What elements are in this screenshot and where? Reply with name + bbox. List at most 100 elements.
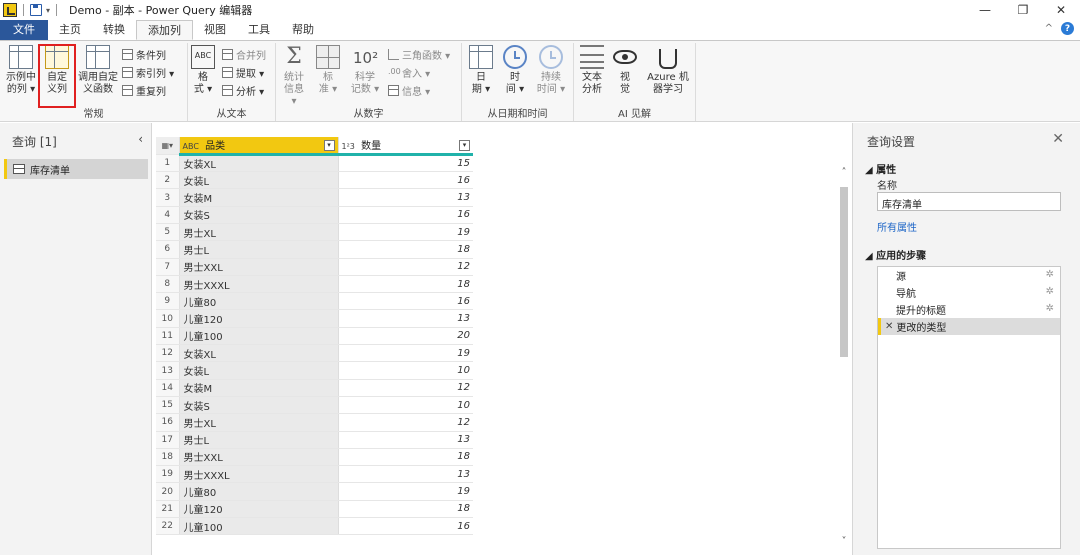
- minimize-button[interactable]: —: [966, 0, 1004, 20]
- grid-corner-menu[interactable]: ▦▾: [156, 137, 180, 155]
- tab-home[interactable]: 主页: [48, 20, 92, 40]
- vision-button[interactable]: 视 觉: [612, 45, 638, 96]
- rounding-button[interactable]: .00 舍入 ▾: [388, 65, 430, 80]
- scroll-thumb[interactable]: [840, 187, 848, 357]
- table-row[interactable]: 9 儿童80 16: [156, 292, 473, 311]
- category-cell[interactable]: 儿童100: [179, 517, 339, 536]
- azure-ml-button[interactable]: Azure 机 器学习: [644, 45, 692, 96]
- conditional-column-button[interactable]: 条件列: [122, 47, 166, 62]
- quantity-cell[interactable]: 16: [338, 206, 473, 224]
- quantity-cell[interactable]: 13: [338, 188, 473, 207]
- quantity-cell[interactable]: 12: [338, 258, 473, 276]
- table-row[interactable]: 12 女装XL 19: [156, 344, 473, 363]
- table-row[interactable]: 18 男士XXL 18: [156, 448, 473, 467]
- query-name-input[interactable]: 库存清单: [877, 192, 1061, 211]
- quick-access-dropdown-icon[interactable]: ▾: [46, 6, 50, 15]
- scroll-up-icon[interactable]: ˄: [838, 167, 850, 178]
- quantity-cell[interactable]: 20: [338, 327, 473, 346]
- table-row[interactable]: 14 女装M 12: [156, 379, 473, 397]
- help-icon[interactable]: ?: [1061, 22, 1074, 35]
- format-button[interactable]: ABC 格 式 ▾: [190, 45, 216, 96]
- table-row[interactable]: 5 男士XL 19: [156, 223, 473, 242]
- vertical-scrollbar[interactable]: ˄ ˅: [838, 167, 850, 547]
- query-item[interactable]: 库存清单: [4, 159, 148, 179]
- delete-step-icon[interactable]: ✕: [885, 321, 893, 332]
- quantity-cell[interactable]: 19: [338, 223, 473, 242]
- tab-tools[interactable]: 工具: [237, 20, 281, 40]
- quantity-cell[interactable]: 13: [338, 309, 473, 328]
- step-navigation[interactable]: 导航 ✲: [878, 284, 1060, 301]
- quantity-cell[interactable]: 12: [338, 379, 473, 397]
- quantity-cell[interactable]: 18: [338, 448, 473, 467]
- category-cell[interactable]: 男士XL: [179, 223, 339, 242]
- table-row[interactable]: 4 女装S 16: [156, 206, 473, 224]
- text-type-icon[interactable]: ABC: [183, 142, 199, 151]
- table-row[interactable]: 1 女装XL 15: [156, 154, 473, 173]
- step-changed-type[interactable]: ✕ 更改的类型: [878, 318, 1060, 335]
- gear-icon[interactable]: ✲: [1046, 269, 1054, 280]
- quantity-cell[interactable]: 19: [338, 482, 473, 501]
- category-cell[interactable]: 女装L: [179, 361, 339, 380]
- quantity-cell[interactable]: 18: [338, 275, 473, 294]
- close-icon[interactable]: ✕: [1052, 131, 1064, 147]
- category-cell[interactable]: 女装L: [179, 171, 339, 190]
- quantity-cell[interactable]: 18: [338, 500, 473, 519]
- category-cell[interactable]: 男士XXXL: [179, 465, 339, 484]
- merge-columns-button[interactable]: 合并列: [222, 47, 266, 62]
- table-row[interactable]: 16 男士XL 12: [156, 413, 473, 432]
- category-cell[interactable]: 女装XL: [179, 154, 339, 173]
- tab-transform[interactable]: 转换: [92, 20, 136, 40]
- quantity-cell[interactable]: 18: [338, 240, 473, 259]
- quantity-cell[interactable]: 10: [338, 361, 473, 380]
- collapse-ribbon-icon[interactable]: ^: [1045, 23, 1053, 34]
- applied-steps-section-title[interactable]: ◢ 应用的步骤: [865, 247, 926, 262]
- category-cell[interactable]: 男士L: [179, 431, 339, 449]
- filter-dropdown-icon[interactable]: ▾: [459, 140, 470, 151]
- gear-icon[interactable]: ✲: [1046, 286, 1054, 297]
- column-header-category[interactable]: ABC 品类 ▾: [179, 137, 339, 156]
- quantity-cell[interactable]: 16: [338, 517, 473, 536]
- category-cell[interactable]: 女装M: [179, 188, 339, 207]
- text-analytics-button[interactable]: 文本 分析: [578, 45, 606, 96]
- quantity-cell[interactable]: 13: [338, 431, 473, 449]
- statistics-button[interactable]: Σ 统计 信息 ▾: [280, 45, 308, 108]
- index-column-button[interactable]: 索引列 ▾: [122, 65, 174, 80]
- time-button[interactable]: 时 间 ▾: [502, 45, 528, 96]
- table-row[interactable]: 2 女装L 16: [156, 171, 473, 190]
- standard-button[interactable]: 标 准 ▾: [314, 45, 342, 96]
- tab-view[interactable]: 视图: [193, 20, 237, 40]
- step-promoted-headers[interactable]: 提升的标题 ✲: [878, 301, 1060, 318]
- quantity-cell[interactable]: 12: [338, 413, 473, 432]
- restore-button[interactable]: ❐: [1004, 0, 1042, 20]
- category-cell[interactable]: 男士L: [179, 240, 339, 259]
- category-cell[interactable]: 儿童80: [179, 292, 339, 311]
- table-row[interactable]: 19 男士XXXL 13: [156, 465, 473, 484]
- category-cell[interactable]: 男士XXXL: [179, 275, 339, 294]
- quantity-cell[interactable]: 15: [338, 154, 473, 173]
- category-cell[interactable]: 儿童120: [179, 309, 339, 328]
- step-source[interactable]: 源 ✲: [878, 267, 1060, 284]
- table-row[interactable]: 15 女装S 10: [156, 396, 473, 415]
- category-cell[interactable]: 男士XXL: [179, 258, 339, 276]
- column-header-quantity[interactable]: 1²3 数量 ▾: [338, 137, 473, 156]
- category-cell[interactable]: 女装S: [179, 206, 339, 224]
- table-row[interactable]: 20 儿童80 19: [156, 482, 473, 501]
- scientific-button[interactable]: 10² 科学 记数 ▾: [348, 45, 382, 96]
- trigonometry-button[interactable]: 三角函数 ▾: [388, 47, 450, 62]
- tab-help[interactable]: 帮助: [281, 20, 325, 40]
- category-cell[interactable]: 女装XL: [179, 344, 339, 363]
- table-row[interactable]: 22 儿童100 16: [156, 517, 473, 536]
- table-row[interactable]: 11 儿童100 20: [156, 327, 473, 346]
- all-properties-link[interactable]: 所有属性: [877, 219, 917, 234]
- gear-icon[interactable]: ✲: [1046, 303, 1054, 314]
- invoke-custom-function-button[interactable]: 调用自定 义函数: [76, 45, 120, 96]
- quantity-cell[interactable]: 10: [338, 396, 473, 415]
- category-cell[interactable]: 儿童100: [179, 327, 339, 346]
- column-from-examples-button[interactable]: 示例中 的列 ▾: [4, 45, 38, 96]
- parse-button[interactable]: 分析 ▾: [222, 83, 264, 98]
- category-cell[interactable]: 男士XL: [179, 413, 339, 432]
- extract-button[interactable]: 提取 ▾: [222, 65, 264, 80]
- table-row[interactable]: 8 男士XXXL 18: [156, 275, 473, 294]
- table-row[interactable]: 6 男士L 18: [156, 240, 473, 259]
- table-row[interactable]: 21 儿童120 18: [156, 500, 473, 519]
